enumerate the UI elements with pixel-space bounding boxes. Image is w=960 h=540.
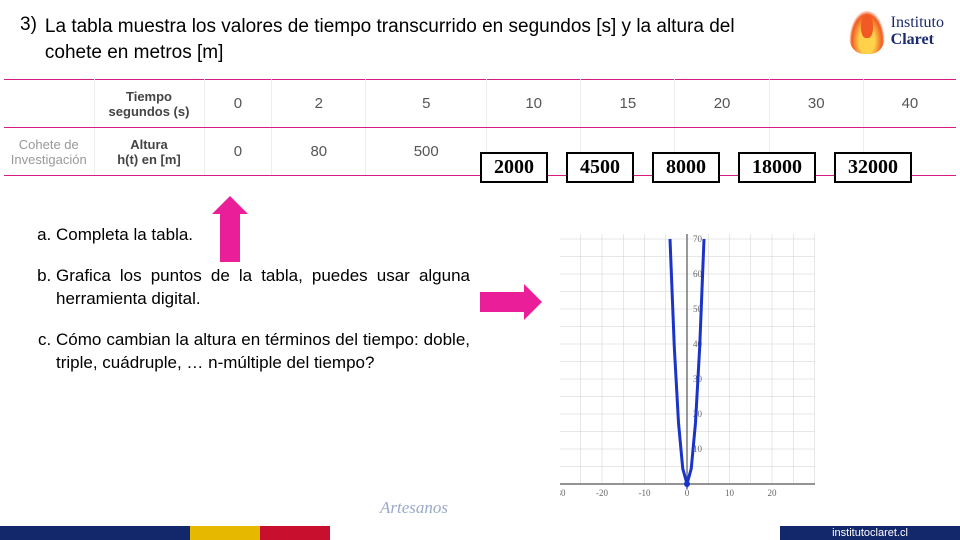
time-header: Tiempo segundos (s) [94,80,204,128]
answer-box: 8000 [652,152,720,183]
time-cell: 20 [675,80,769,128]
answer-box: 4500 [566,152,634,183]
answer-box: 18000 [738,152,816,183]
svg-text:20: 20 [768,488,778,498]
height-cell: 500 [366,128,487,176]
row-label-b: Cohete de Investigación [4,128,94,176]
artesanos-watermark: Artesanos [380,498,448,518]
svg-text:-10: -10 [639,488,651,498]
row-label-a [4,80,94,128]
footer-stripe: institutoclaret.cl [0,526,960,540]
answer-box: 32000 [834,152,912,183]
chart-vertex [684,481,690,487]
table-row-time: Tiempo segundos (s) 0 2 5 10 15 20 30 40 [4,80,956,128]
time-cell: 0 [204,80,272,128]
height-cell: 0 [204,128,272,176]
svg-text:-20: -20 [596,488,608,498]
parabola-chart: -30-20-100102010203040506070 [560,234,815,504]
task-b: Grafica los puntos de la tabla, puedes u… [56,265,470,311]
arrow-right-icon [480,292,528,312]
answer-box: 2000 [480,152,548,183]
time-cell: 40 [863,80,956,128]
height-cell: 80 [272,128,366,176]
svg-text:10: 10 [725,488,735,498]
svg-text:0: 0 [685,488,690,498]
time-cell: 5 [366,80,487,128]
height-header: Altura h(t) en [m] [94,128,204,176]
answer-row: 2000 4500 8000 18000 32000 [480,152,912,183]
time-cell: 2 [272,80,366,128]
footer-url: institutoclaret.cl [780,526,960,540]
time-cell: 30 [769,80,863,128]
flame-icon [849,10,885,54]
task-list: Completa la tabla. Grafica los puntos de… [30,224,470,393]
time-cell: 10 [487,80,581,128]
chart-ticks: -30-20-100102010203040506070 [560,234,777,498]
question-number: 3) [20,14,37,36]
task-a: Completa la tabla. [56,224,470,247]
time-cell: 15 [581,80,675,128]
logo-line1: Instituto [891,15,944,32]
school-logo: Instituto Claret [849,10,944,54]
logo-line2: Claret [891,32,944,49]
svg-text:-30: -30 [560,488,566,498]
svg-text:70: 70 [693,234,703,244]
task-c: Cómo cambian la altura en términos del t… [56,329,470,375]
question-text: La tabla muestra los valores de tiempo t… [45,14,785,65]
